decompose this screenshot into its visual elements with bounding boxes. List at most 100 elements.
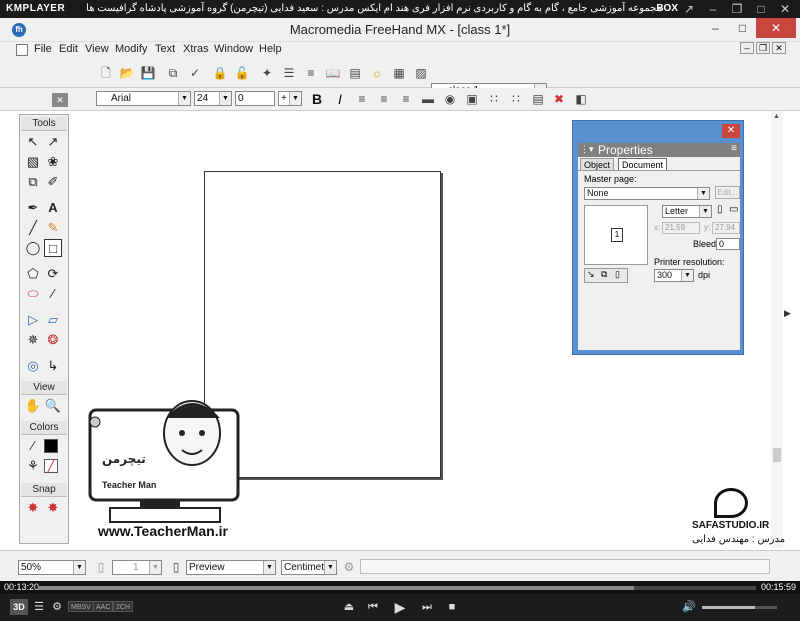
master-page-selector[interactable]: None ▼ — [584, 187, 710, 200]
snap-to-point-icon[interactable]: ✸ — [24, 499, 42, 517]
volume-icon[interactable]: 🔊 — [682, 599, 696, 615]
lasso-tool-icon[interactable]: ❀ — [44, 153, 62, 171]
properties-close-button[interactable]: ✕ — [722, 124, 740, 138]
menu-modify[interactable]: Modify — [115, 43, 147, 55]
justify-icon[interactable]: ▬ — [420, 91, 436, 107]
rectangle-tool-icon[interactable]: □ — [44, 239, 62, 257]
menu-window[interactable]: Window — [214, 43, 253, 55]
perspective-tool-icon[interactable]: ▷ — [24, 311, 42, 329]
extrude-tool-icon[interactable]: ▱ — [44, 311, 62, 329]
font-size-selector[interactable]: 24 ▼ — [194, 91, 232, 106]
menu-xtras[interactable]: Xtras — [183, 43, 209, 55]
library-icon[interactable]: 📖 — [325, 65, 341, 81]
export-icon[interactable]: ✓ — [187, 65, 203, 81]
window-minimize-button[interactable]: – — [702, 18, 729, 38]
playlist-icon[interactable]: ☰ — [32, 599, 46, 615]
align-icon[interactable]: ✦ — [259, 65, 275, 81]
settings-icon[interactable]: ⚙ — [50, 599, 64, 615]
stroke-color-swatch[interactable] — [44, 439, 58, 453]
menu-view[interactable]: View — [85, 43, 109, 55]
panel-dock-handle[interactable]: ▶ — [784, 308, 791, 328]
spell-check-icon[interactable]: ✖ — [551, 91, 567, 107]
bleed-field[interactable]: 0 — [716, 238, 740, 250]
window-maximize-button[interactable]: □ — [729, 18, 756, 38]
connector-tool-icon[interactable]: ↳ — [44, 357, 62, 375]
chart-tool-icon[interactable]: ◎ — [24, 357, 42, 375]
tab-document[interactable]: Document — [618, 158, 668, 170]
save-icon[interactable]: 💾 — [140, 65, 156, 81]
halftone-icon[interactable]: ▨ — [413, 65, 429, 81]
menu-edit[interactable]: Edit — [59, 43, 78, 55]
align-center-icon[interactable]: ≡ — [376, 91, 392, 107]
page-tool-icon[interactable]: ▧ — [24, 153, 42, 171]
lock-icon[interactable]: 🔒 — [212, 65, 228, 81]
box-button[interactable]: BOX — [656, 3, 678, 14]
knife-tool-icon[interactable]: ∕ — [44, 285, 62, 303]
doc-restore-button[interactable]: ❐ — [756, 42, 770, 54]
import-icon[interactable]: ⧉ — [165, 65, 181, 81]
text-effect-icon[interactable]: ◉ — [442, 91, 458, 107]
styles-icon[interactable]: ▤ — [347, 65, 363, 81]
operator-selector[interactable]: + ▼ — [278, 91, 302, 106]
doc-close-button[interactable]: ✕ — [772, 42, 786, 54]
columns-icon[interactable]: ∷ — [508, 91, 524, 107]
menu-text[interactable]: Text — [155, 43, 175, 55]
snap-to-guide-icon[interactable]: ✸ — [44, 499, 62, 517]
height-field[interactable]: 27.94 — [712, 222, 740, 234]
stroke-color-icon[interactable]: ∕ — [24, 437, 42, 455]
unlock-icon[interactable]: 🔓 — [234, 65, 250, 81]
printer-resolution-field[interactable]: 300 ▼ — [654, 269, 694, 282]
settings-icon[interactable]: ⚙ — [341, 559, 357, 575]
swatches-icon[interactable]: ▦ — [391, 65, 407, 81]
pointer-tool-icon[interactable]: ↖ — [24, 133, 42, 151]
flow-text-icon[interactable]: ∷ — [486, 91, 502, 107]
pen-tool-icon[interactable]: ✒ — [24, 199, 42, 217]
zoom-selector[interactable]: 50% ▼ — [18, 560, 86, 575]
eraser-tool-icon[interactable]: ⬭ — [24, 285, 42, 303]
seek-bar[interactable]: 00:13:20 00:15:59 — [0, 581, 800, 594]
bold-icon[interactable]: B — [309, 91, 325, 107]
scale-tool-icon[interactable]: ⧉ — [24, 173, 42, 191]
font-selector[interactable]: Arial ▼ — [96, 91, 191, 106]
properties-header[interactable]: ⋮▾ Properties ≡ — [578, 143, 740, 157]
fill-color-icon[interactable]: ⚘ — [24, 457, 42, 475]
page-tool-icon[interactable]: ↘ — [587, 269, 595, 280]
transform-icon[interactable]: ☰ — [281, 65, 297, 81]
italic-icon[interactable]: I — [332, 91, 348, 107]
tab-object[interactable]: Object — [580, 158, 615, 170]
next-icon[interactable]: ⏭ — [420, 599, 434, 615]
add-page-icon[interactable]: ▯ — [168, 559, 184, 575]
play-icon[interactable]: ▶ — [392, 599, 408, 615]
scroll-thumb[interactable] — [773, 448, 781, 462]
units-selector[interactable]: Centimeters ▼ — [281, 560, 337, 575]
edit-button[interactable]: Edit... — [715, 186, 740, 199]
window-close-button[interactable]: ✕ — [756, 18, 796, 38]
doc-minimize-button[interactable]: – — [740, 42, 754, 54]
color-mixer-icon[interactable]: ☼ — [369, 65, 385, 81]
hand-tool-icon[interactable]: ✋ — [24, 397, 42, 415]
align-left-icon[interactable]: ≡ — [354, 91, 370, 107]
scroll-up-icon[interactable]: ▲ — [773, 113, 780, 120]
minimize-icon[interactable]: – — [704, 1, 722, 17]
eject-icon[interactable]: ⏏ — [342, 599, 356, 615]
blend-tool-icon[interactable]: ✵ — [24, 331, 42, 349]
open-folder-icon[interactable]: 📂 — [119, 65, 135, 81]
line-tool-icon[interactable]: ╱ — [24, 219, 42, 237]
fill-none-swatch[interactable]: ╱ — [44, 459, 58, 473]
align-right-icon[interactable]: ≡ — [398, 91, 414, 107]
width-field[interactable]: 21.59 — [662, 222, 700, 234]
pin-icon[interactable]: ↗ — [680, 1, 698, 17]
panel-menu-icon[interactable]: ≡ — [731, 143, 737, 154]
close-icon[interactable]: ✕ — [776, 1, 794, 17]
page-number-selector[interactable]: 1 ▼ — [112, 560, 162, 575]
text-wrap-icon[interactable]: ▣ — [464, 91, 480, 107]
page-prev-icon[interactable]: ▯ — [93, 559, 109, 575]
text-editor-icon[interactable]: ▤ — [530, 91, 546, 107]
new-file-icon[interactable]: 🗋 — [98, 65, 114, 81]
spacing-field[interactable]: 0 — [235, 91, 275, 106]
restore-icon[interactable]: ❐ — [728, 1, 746, 17]
view-mode-selector[interactable]: Preview ▼ — [186, 560, 276, 575]
stop-icon[interactable]: ■ — [445, 599, 459, 615]
text-inset-icon[interactable]: ◧ — [573, 91, 589, 107]
graphic-hose-icon[interactable]: ❂ — [44, 331, 62, 349]
